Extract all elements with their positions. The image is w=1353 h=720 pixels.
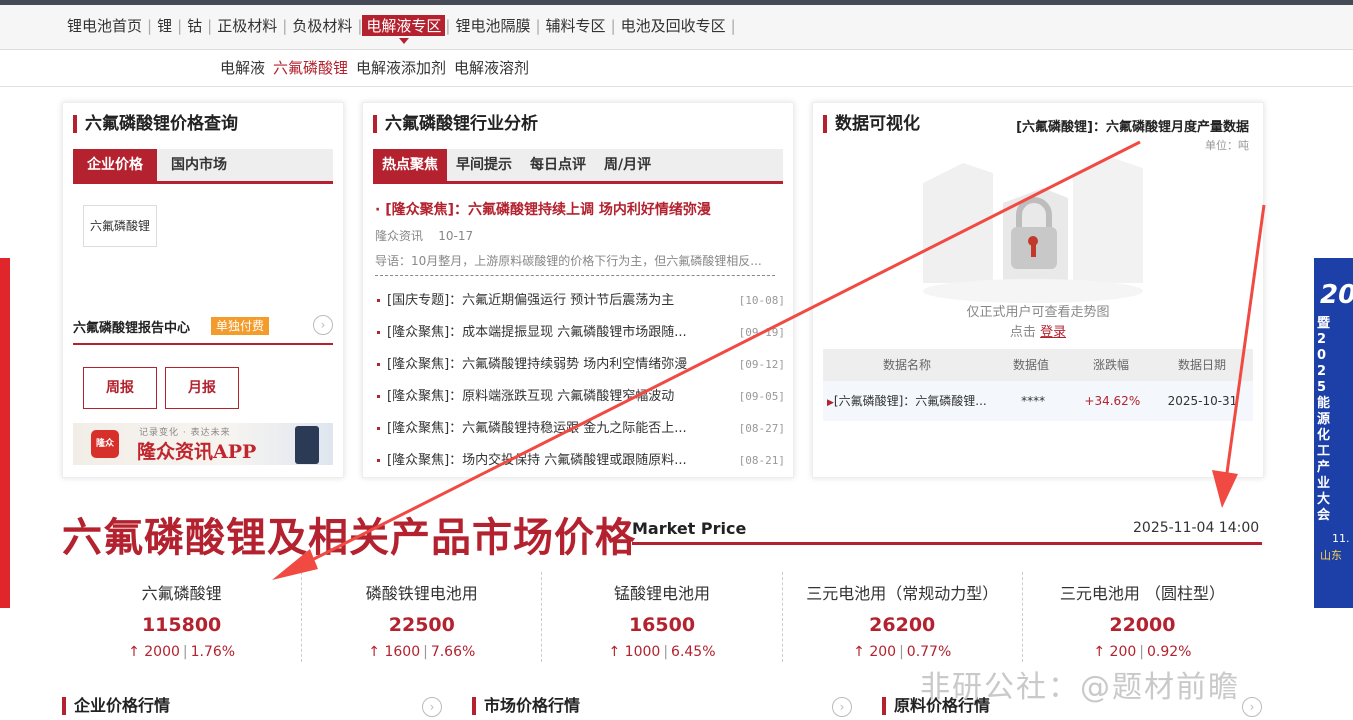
annotation-arrow <box>299 140 1141 568</box>
annotation-arrows <box>272 140 1266 580</box>
arrow-head <box>272 549 318 580</box>
annotation-arrow <box>1224 204 1266 481</box>
arrow-head <box>1212 470 1238 508</box>
